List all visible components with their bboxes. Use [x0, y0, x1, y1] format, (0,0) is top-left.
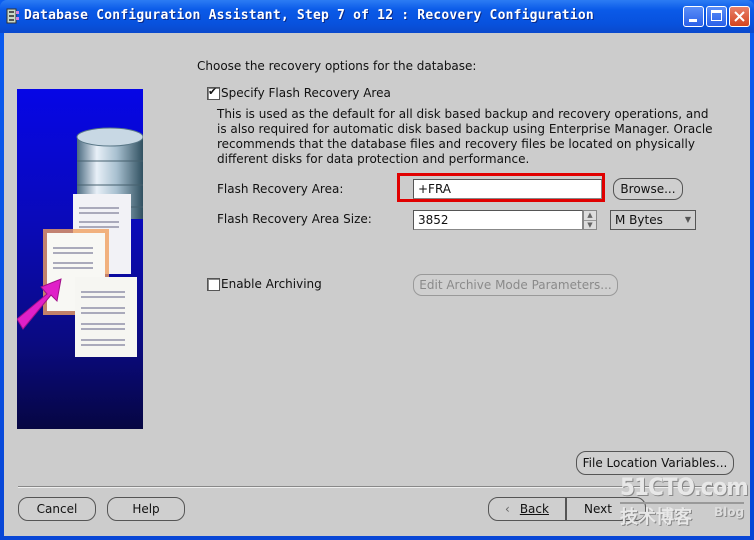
flash-recovery-size-label: Flash Recovery Area Size:	[217, 212, 372, 226]
minimize-icon	[689, 19, 697, 22]
size-spinner[interactable]: ▲ ▼	[583, 210, 597, 230]
cancel-button[interactable]: Cancel	[18, 497, 96, 521]
close-button[interactable]	[729, 6, 750, 27]
dbca-window: Database Configuration Assistant, Step 7…	[0, 0, 754, 540]
help-button[interactable]: Help	[107, 497, 185, 521]
spinner-down-icon[interactable]: ▼	[584, 220, 596, 230]
size-unit-value: M Bytes	[615, 213, 663, 227]
file-location-variables-button[interactable]: File Location Variables...	[576, 451, 734, 475]
flash-recovery-area-input[interactable]: +FRA	[413, 179, 602, 199]
client-area: Choose the recovery options for the data…	[4, 33, 750, 536]
minimize-button[interactable]	[683, 6, 704, 27]
back-button[interactable]: ‹ Back	[488, 497, 566, 521]
flash-recovery-description: This is used as the default for all disk…	[217, 107, 713, 166]
edit-archive-params-button[interactable]: Edit Archive Mode Parameters...	[413, 274, 618, 296]
maximize-icon	[711, 10, 722, 21]
site-watermark: 51CTO.com 技术博客 Blog	[620, 473, 750, 533]
watermark-subtitle: 技术博客	[620, 507, 692, 528]
chevron-down-icon: ▼	[684, 215, 691, 224]
watermark-blog: Blog	[714, 505, 745, 519]
title-bar[interactable]: Database Configuration Assistant, Step 7…	[0, 0, 754, 33]
window-title: Database Configuration Assistant, Step 7…	[24, 8, 594, 23]
close-icon	[734, 11, 745, 22]
back-label: Back	[519, 502, 549, 516]
enable-archiving-checkbox[interactable]	[207, 278, 220, 291]
document-icon	[75, 277, 137, 357]
next-label: Next	[584, 502, 612, 516]
specify-flash-recovery-label[interactable]: Specify Flash Recovery Area	[221, 86, 391, 100]
watermark-site: 51CTO.com	[620, 473, 749, 501]
flash-recovery-area-label: Flash Recovery Area:	[217, 182, 344, 196]
enable-archiving-label[interactable]: Enable Archiving	[221, 277, 322, 291]
illustration-graphic	[17, 127, 143, 357]
flash-recovery-size-input[interactable]: 3852	[413, 210, 583, 230]
browse-button[interactable]: Browse...	[613, 178, 683, 200]
recovery-illustration	[17, 89, 143, 429]
spinner-up-icon[interactable]: ▲	[584, 211, 596, 220]
chevron-left-icon: ‹	[505, 502, 510, 516]
specify-flash-recovery-checkbox[interactable]: ✔	[207, 85, 220, 100]
size-unit-select[interactable]: M Bytes ▼	[610, 210, 696, 230]
intro-text: Choose the recovery options for the data…	[197, 59, 477, 73]
maximize-button[interactable]	[706, 6, 727, 27]
app-icon	[6, 8, 19, 24]
checkmark-icon: ✔	[208, 85, 218, 98]
